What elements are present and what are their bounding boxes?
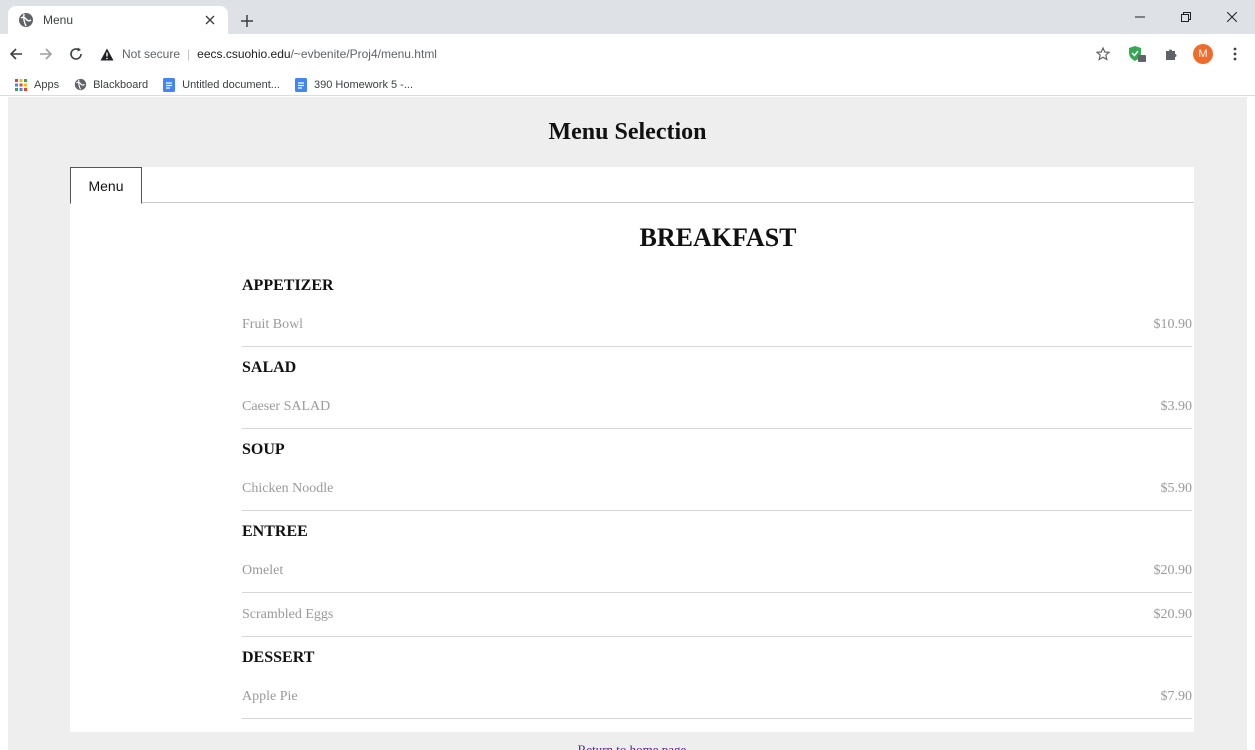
url-separator: | [187, 47, 191, 61]
docs-icon [294, 77, 308, 92]
tab-menu[interactable]: Menu [70, 167, 142, 204]
menu-item: Fruit Bowl $10.90 [242, 303, 1192, 347]
item-name: Fruit Bowl [242, 316, 304, 332]
warning-icon[interactable] [100, 48, 114, 61]
profile-avatar[interactable]: M [1193, 44, 1213, 64]
extensions-puzzle-icon[interactable] [1159, 42, 1183, 66]
item-price: $3.90 [1160, 398, 1193, 414]
bookmark-blackboard[interactable]: Blackboard [73, 78, 148, 92]
item-name: Apple Pie [242, 688, 298, 704]
url-host: eecs.csuohio.edu [197, 47, 291, 61]
reload-icon[interactable] [62, 40, 90, 68]
item-price: $10.90 [1153, 316, 1193, 332]
item-name: Omelet [242, 562, 284, 578]
menu-panel: Menu BREAKFAST APPETIZER Fruit Bowl $10.… [70, 167, 1194, 732]
not-secure-label: Not secure [122, 47, 181, 61]
category-heading: APPETIZER [242, 277, 334, 294]
menu-item: Caeser SALAD $3.90 [242, 385, 1192, 429]
category-dessert: DESSERT Apple Pie $7.90 [242, 645, 1192, 719]
restore-icon[interactable] [1163, 0, 1209, 34]
globe-icon [73, 78, 87, 92]
category-heading: DESSERT [242, 649, 315, 666]
browser-tab[interactable]: Menu [8, 6, 228, 34]
bookmark-label: Untitled document... [182, 78, 280, 91]
browser-tab-strip: Menu [0, 0, 1255, 34]
item-name: Scrambled Eggs [242, 606, 334, 622]
globe-icon [18, 12, 34, 28]
category-heading: ENTREE [242, 523, 308, 540]
menu-list: APPETIZER Fruit Bowl $10.90 SALAD Caeser… [242, 273, 1192, 727]
tab-bar: Menu [70, 167, 1194, 204]
url-path: /~evbenite/Proj4/menu.html [290, 47, 437, 61]
bookmark-apps[interactable]: Apps [14, 78, 59, 92]
category-heading: SOUP [242, 441, 285, 458]
meal-heading: BREAKFAST [639, 223, 797, 252]
bookmark-star-icon[interactable] [1091, 42, 1115, 66]
back-icon[interactable] [2, 40, 30, 68]
category-heading: SALAD [242, 359, 297, 376]
category-entree: ENTREE Omelet $20.90 Scrambled Eggs $20.… [242, 519, 1192, 637]
category-soup: SOUP Chicken Noodle $5.90 [242, 437, 1192, 511]
new-tab-button[interactable] [236, 10, 258, 32]
menu-item: Apple Pie $7.90 [242, 675, 1192, 719]
item-price: $20.90 [1153, 562, 1193, 578]
bookmark-label: Apps [34, 78, 60, 91]
category-salad: SALAD Caeser SALAD $3.90 [242, 355, 1192, 429]
close-window-icon[interactable] [1209, 0, 1255, 34]
menu-item: Omelet $20.90 [242, 549, 1192, 593]
browser-toolbar: Not secure | eecs.csuohio.edu /~evbenite… [0, 34, 1255, 74]
bookmark-390-homework[interactable]: 390 Homework 5 -... [294, 77, 414, 92]
bookmarks-bar: Apps Blackboard Untitled document... 390… [0, 74, 1255, 96]
item-price: $7.90 [1160, 688, 1193, 704]
toolbar-actions: M [1091, 40, 1247, 68]
item-name: Caeser SALAD [242, 398, 331, 414]
page-title: Menu Selection [548, 119, 707, 145]
tab-title: Menu [43, 13, 74, 27]
close-tab-icon[interactable] [202, 12, 218, 28]
menu-item: Chicken Noodle $5.90 [242, 467, 1192, 511]
forward-icon[interactable] [32, 40, 60, 68]
bookmark-label: 390 Homework 5 -... [313, 78, 414, 91]
bookmark-untitled-document[interactable]: Untitled document... [162, 77, 280, 92]
extension-shield-icon[interactable] [1125, 42, 1149, 66]
minimize-icon[interactable] [1117, 0, 1163, 34]
address-bar[interactable]: Not secure | eecs.csuohio.edu /~evbenite… [100, 38, 1130, 70]
more-menu-icon[interactable] [1223, 42, 1247, 66]
bookmark-label: Blackboard [93, 78, 149, 91]
menu-item: Scrambled Eggs $20.90 [242, 593, 1192, 637]
apps-grid-icon [14, 78, 28, 92]
page-viewport: Menu Selection Menu BREAKFAST APPETIZER … [0, 97, 1255, 750]
category-appetizer: APPETIZER Fruit Bowl $10.90 [242, 273, 1192, 347]
item-price: $20.90 [1153, 606, 1193, 622]
return-home-link[interactable]: Return to home page [0, 742, 1255, 750]
item-name: Chicken Noodle [242, 480, 334, 496]
window-controls [1117, 0, 1255, 34]
docs-icon [162, 77, 176, 92]
item-price: $5.90 [1160, 480, 1193, 496]
